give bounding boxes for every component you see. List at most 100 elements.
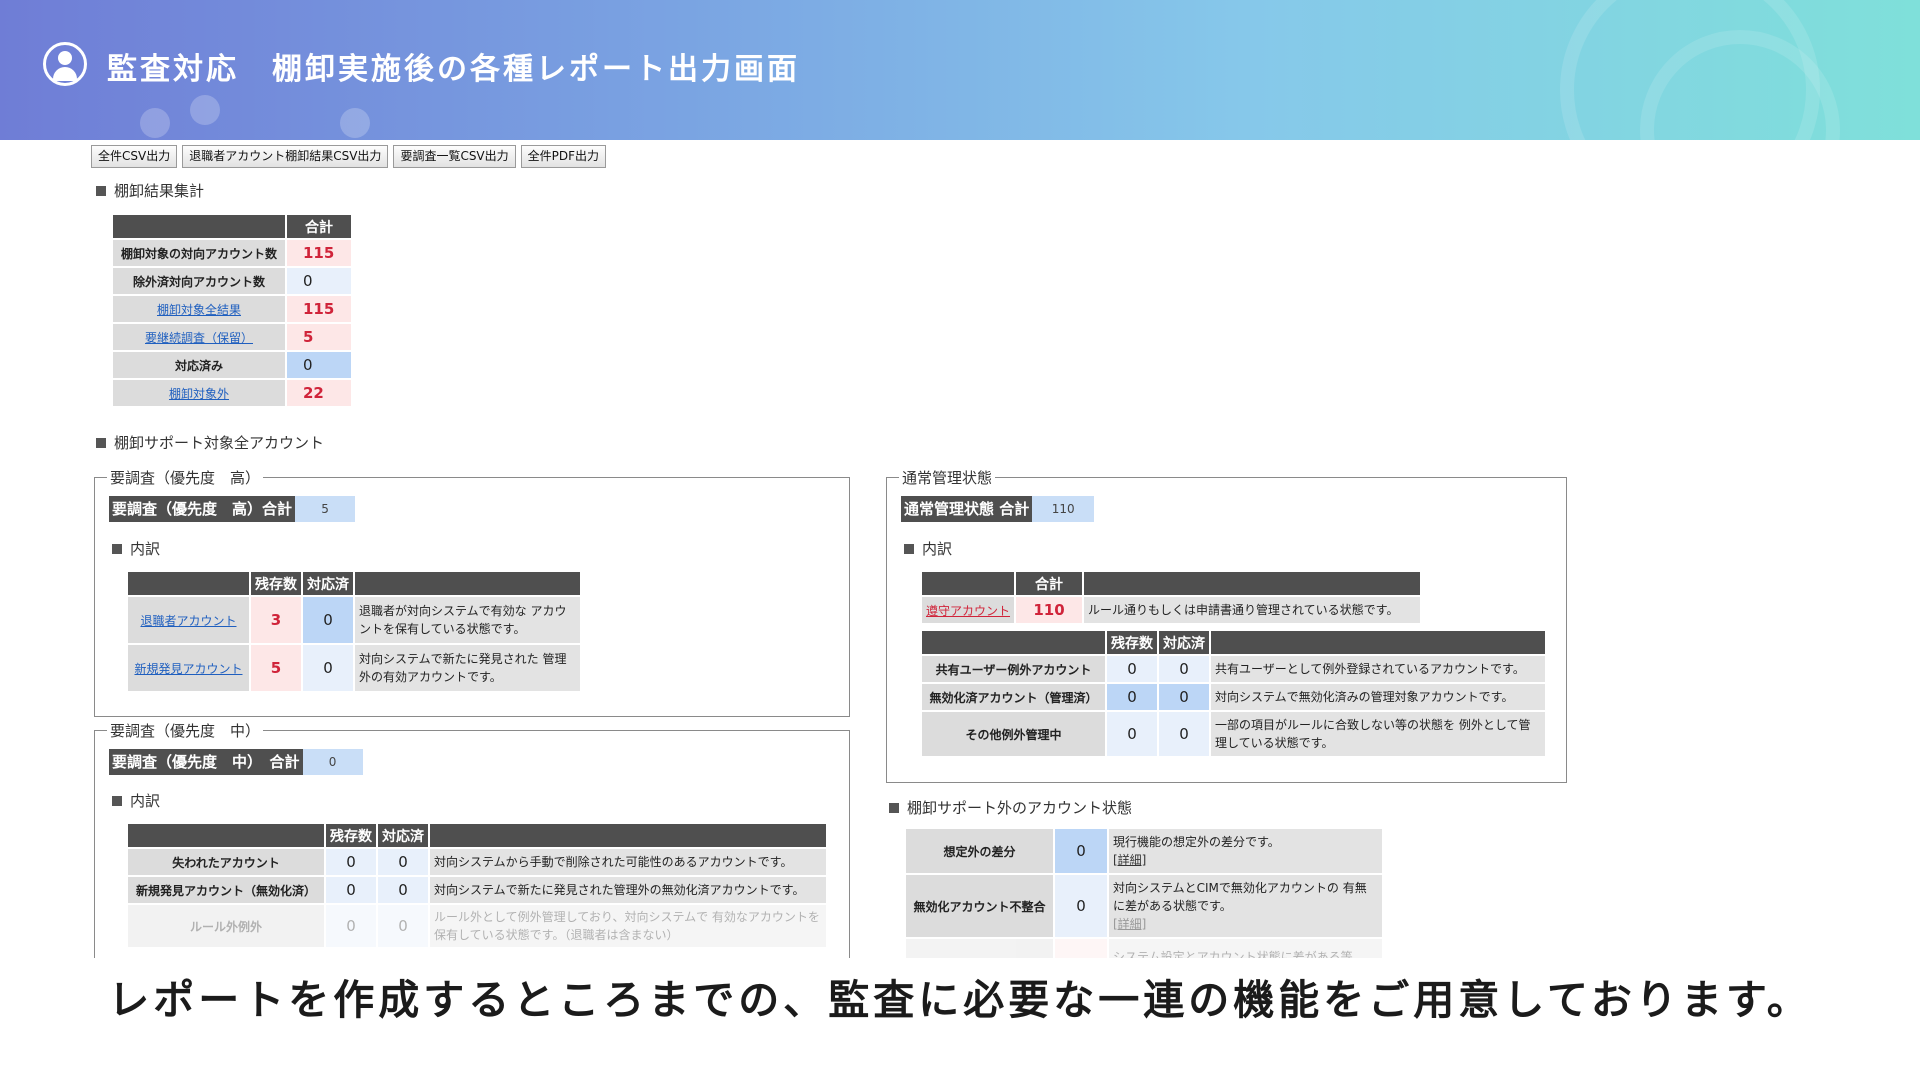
row-description: 対向システムから手動で削除された可能性のあるアカウントです。 xyxy=(430,849,826,875)
retired-account-csv-export-button[interactable]: 退職者アカウント棚卸結果CSV出力 xyxy=(182,145,389,168)
remaining-value: 0 xyxy=(326,877,376,903)
square-bullet-icon xyxy=(96,185,106,196)
corner-cell xyxy=(128,572,249,595)
normal-state-legend: 通常管理状態 xyxy=(899,467,996,488)
on-hold-link[interactable]: 要継続調査（保留） xyxy=(145,331,253,345)
breakdown-text: 内訳 xyxy=(130,540,161,558)
normal-total-label: 通常管理状態 合計 xyxy=(901,496,1033,522)
corner-cell xyxy=(922,572,1015,595)
summary-label: 除外済対向アカウント数 xyxy=(113,268,285,294)
row-description: 退職者が対向システムで有効な アカウントを保有している状態です。 xyxy=(355,597,580,643)
col-done: 対応済 xyxy=(378,824,428,847)
high-breakdown-heading: 内訳 xyxy=(112,538,160,559)
square-bullet-icon xyxy=(889,802,899,813)
new-found-account-link[interactable]: 新規発見アカウント xyxy=(134,662,242,676)
row-description: 現行機能の想定外の差分です。 xyxy=(1113,835,1280,849)
square-bullet-icon xyxy=(904,543,914,554)
corner-cell xyxy=(128,824,324,847)
corner-cell xyxy=(922,631,1105,654)
summary-value: 0 xyxy=(287,352,351,378)
detail-link[interactable]: [詳細] xyxy=(1113,915,1378,933)
outside-table: 想定外の差分 0 現行機能の想定外の差分です。 [詳細] 無効化アカウント不整合 0 対向… xyxy=(904,827,1384,977)
done-value: 0 xyxy=(1159,684,1209,710)
square-bullet-icon xyxy=(96,437,106,448)
col-remaining: 残存数 xyxy=(1107,631,1157,654)
user-icon xyxy=(43,42,87,86)
breakdown-text: 内訳 xyxy=(922,540,953,558)
row-label: 共有ユーザー例外アカウント xyxy=(922,656,1105,682)
col-done: 対応済 xyxy=(1159,631,1209,654)
col-desc xyxy=(355,572,580,595)
mid-priority-legend: 要調査（優先度 中） xyxy=(107,720,264,741)
compliant-description: ルール通りもしくは申請書通り管理されている状態です。 xyxy=(1084,597,1421,623)
summary-label: 棚卸対象の対向アカウント数 xyxy=(113,240,285,266)
normal-breakdown-table: 残存数 対応済 共有ユーザー例外アカウント 0 0 共有ユーザーとして例外登録されている… xyxy=(920,629,1547,758)
compliant-account-link[interactable]: 遵守アカウント xyxy=(926,604,1010,618)
summary-total-header: 合計 xyxy=(287,215,351,238)
col-desc xyxy=(1211,631,1545,654)
row-label: 無効化アカウント不整合 xyxy=(906,875,1053,937)
people-decoration xyxy=(140,108,170,138)
header-banner: 監査対応 棚卸実施後の各種レポート出力画面 xyxy=(0,0,1920,140)
high-priority-total: 要調査（優先度 高）合計 5 xyxy=(109,496,356,522)
outside-heading-text: 棚卸サポート外のアカウント状態 xyxy=(907,799,1133,817)
mid-total-label: 要調査（優先度 中） 合計 xyxy=(109,749,303,775)
row-value: 0 xyxy=(1055,875,1107,937)
summary-value: 115 xyxy=(287,296,351,322)
mid-breakdown-heading: 内訳 xyxy=(112,790,160,811)
compliant-table: 合計 遵守アカウント 110 ルール通りもしくは申請書通り管理されている状態です。 xyxy=(920,570,1422,625)
row-description: ルール外として例外管理しており、対向システムで 有効なアカウントを保有している状… xyxy=(430,905,826,947)
row-description: 対向システムで新たに発見された管理外の無効化済アカウントです。 xyxy=(430,877,826,903)
row-description: 対向システムで新たに発見された 管理外の有効アカウントです。 xyxy=(355,645,580,691)
col-remaining: 残存数 xyxy=(326,824,376,847)
row-description: 対向システムで無効化済みの管理対象アカウントです。 xyxy=(1211,684,1545,710)
mid-total-value: 0 xyxy=(302,749,363,775)
summary-value: 0 xyxy=(287,268,351,294)
total-header: 合計 xyxy=(1016,572,1083,595)
summary-value: 22 xyxy=(287,380,351,406)
row-description: 一部の項目がルールに合致しない等の状態を 例外として管理している状態です。 xyxy=(1211,712,1545,756)
all-csv-export-button[interactable]: 全件CSV出力 xyxy=(91,145,178,168)
row-label: 無効化済アカウント（管理済） xyxy=(922,684,1105,710)
people-decoration xyxy=(190,95,220,125)
mid-breakdown-table: 残存数 対応済 失われたアカウント 0 0 対向システムから手動で削除された可能性のある… xyxy=(126,822,828,949)
all-results-link[interactable]: 棚卸対象全結果 xyxy=(157,303,241,317)
row-label: その他例外管理中 xyxy=(922,712,1105,756)
mid-priority-total: 要調査（優先度 中） 合計 0 xyxy=(109,749,363,775)
high-total-label: 要調査（優先度 高）合計 xyxy=(109,496,296,522)
detail-link[interactable]: [詳細] xyxy=(1113,851,1378,869)
col-remaining: 残存数 xyxy=(251,572,301,595)
done-value: 0 xyxy=(1159,656,1209,682)
remaining-value: 0 xyxy=(1107,712,1157,756)
summary-value: 115 xyxy=(287,240,351,266)
row-label: 新規発見アカウント（無効化済） xyxy=(128,877,324,903)
row-value: 0 xyxy=(1055,829,1107,873)
normal-state-total: 通常管理状態 合計 110 xyxy=(901,496,1095,522)
page-title: 監査対応 棚卸実施後の各種レポート出力画面 xyxy=(107,52,800,87)
toolbar: 全件CSV出力 退職者アカウント棚卸結果CSV出力 要調査一覧CSV出力 全件P… xyxy=(91,145,607,168)
remaining-value: 0 xyxy=(326,849,376,875)
remaining-value: 3 xyxy=(251,597,301,643)
retired-account-link[interactable]: 退職者アカウント xyxy=(140,614,236,628)
row-description: 共有ユーザーとして例外登録されているアカウントです。 xyxy=(1211,656,1545,682)
remaining-value: 0 xyxy=(1107,656,1157,682)
square-bullet-icon xyxy=(112,795,122,806)
col-desc xyxy=(430,824,826,847)
all-pdf-export-button[interactable]: 全件PDF出力 xyxy=(520,145,607,168)
col-done: 対応済 xyxy=(303,572,353,595)
square-bullet-icon xyxy=(112,543,122,554)
out-of-scope-link[interactable]: 棚卸対象外 xyxy=(169,387,229,401)
normal-breakdown-heading: 内訳 xyxy=(904,538,952,559)
support-heading: 棚卸サポート対象全アカウント xyxy=(96,432,324,453)
row-label: 想定外の差分 xyxy=(906,829,1053,873)
remaining-value: 0 xyxy=(1107,684,1157,710)
investigation-list-csv-export-button[interactable]: 要調査一覧CSV出力 xyxy=(393,145,516,168)
breakdown-text: 内訳 xyxy=(130,792,161,810)
col-desc xyxy=(1084,572,1421,595)
support-heading-text: 棚卸サポート対象全アカウント xyxy=(114,434,325,452)
high-priority-legend: 要調査（優先度 高） xyxy=(107,467,264,488)
done-value: 0 xyxy=(378,877,428,903)
row-label: 失われたアカウント xyxy=(128,849,324,875)
done-value: 0 xyxy=(303,645,353,691)
people-decoration xyxy=(340,108,370,138)
